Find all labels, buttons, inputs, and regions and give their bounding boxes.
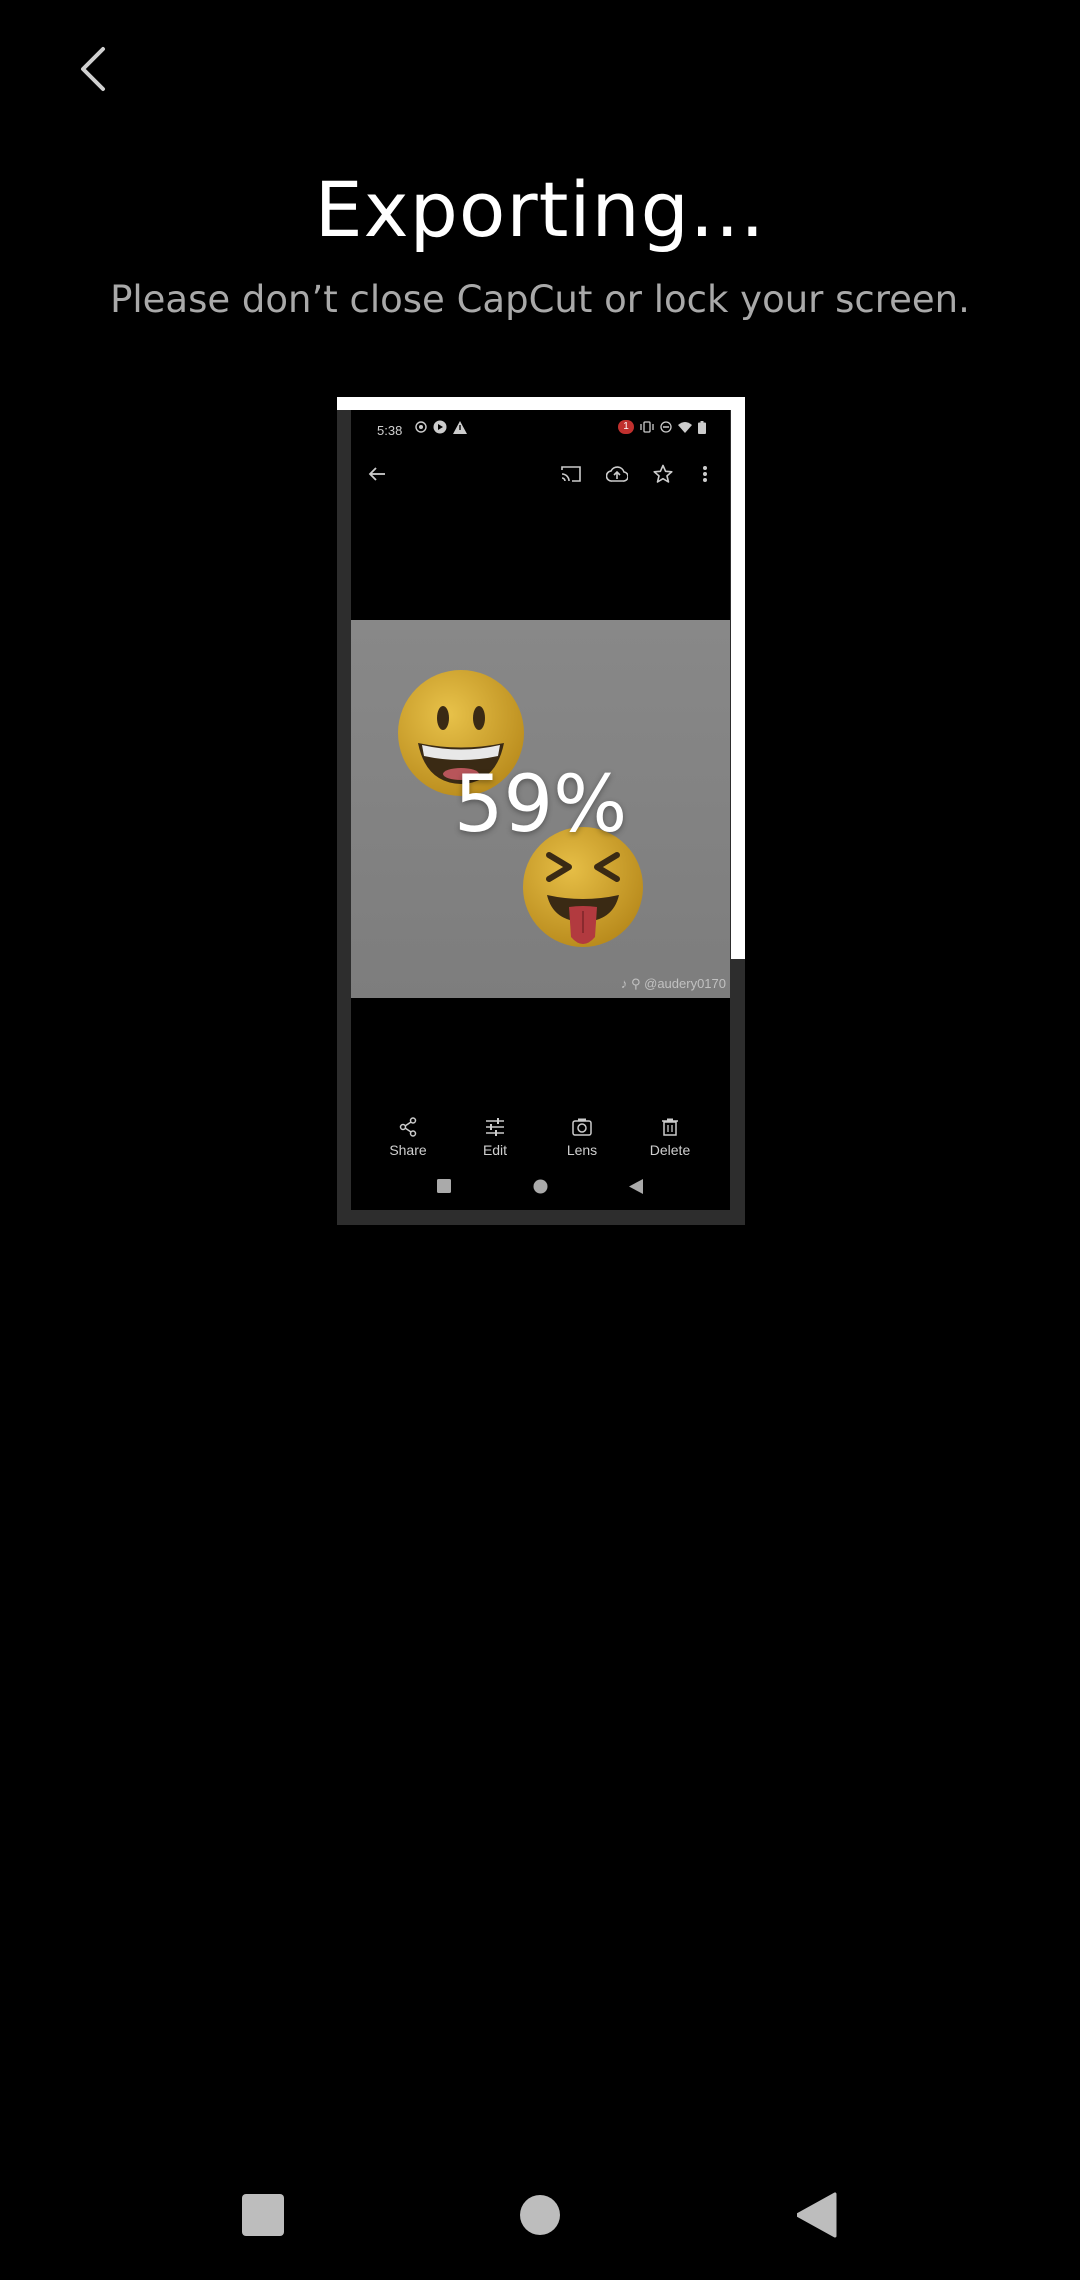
trash-icon (662, 1118, 678, 1136)
wifi-icon (678, 421, 692, 433)
battery-icon (698, 420, 706, 434)
status-time: 5:38 (377, 423, 403, 438)
export-preview: 5:38 1 59% ♪ ⚲ @audery0170 Share Edit Le… (337, 397, 745, 1225)
action-edit: Edit (460, 1115, 530, 1158)
circle-icon (533, 1179, 548, 1194)
nav-back-button[interactable] (792, 2190, 842, 2240)
notification-badge: 1 (618, 420, 634, 434)
square-icon (242, 2194, 284, 2236)
nav-home-button[interactable] (515, 2190, 565, 2240)
preview-status-bar: 5:38 1 (351, 410, 730, 450)
action-delete-label: Delete (649, 1142, 691, 1158)
share-icon (399, 1117, 417, 1137)
tiktok-watermark: ♪ ⚲ @audery0170 (621, 976, 726, 992)
preview-photo-toolbar (351, 454, 730, 494)
progress-segment-right (731, 397, 745, 959)
arrow-back-icon (365, 462, 389, 486)
action-edit-label: Edit (482, 1142, 508, 1158)
vibrate-icon (640, 421, 654, 433)
status-icons-right: 1 (618, 420, 706, 434)
system-nav-bar (0, 2170, 1080, 2260)
action-lens-label: Lens (566, 1142, 598, 1158)
action-delete: Delete (635, 1115, 705, 1158)
triangle-back-icon (797, 2192, 837, 2238)
progress-segment-top (337, 397, 745, 410)
page-title: Exporting... (314, 165, 766, 254)
lens-icon (572, 1118, 592, 1136)
back-button[interactable] (62, 34, 122, 104)
dnd-icon (660, 421, 672, 433)
warning-icon (453, 420, 467, 434)
preview-photo: 59% ♪ ⚲ @audery0170 (351, 620, 730, 998)
cast-icon (559, 462, 583, 486)
triangle-back-icon (629, 1179, 643, 1194)
tiktok-icon: ♪ ⚲ (620, 976, 641, 991)
preview-frame: 5:38 1 59% ♪ ⚲ @audery0170 Share Edit Le… (351, 410, 730, 1210)
action-share-label: Share (389, 1142, 427, 1158)
record-icon (415, 421, 427, 433)
circle-icon (520, 2195, 560, 2235)
more-vert-icon (693, 462, 717, 486)
cloud-upload-icon (605, 462, 629, 486)
nav-recents-button[interactable] (238, 2190, 288, 2240)
page-subtitle: Please don’t close CapCut or lock your s… (110, 278, 970, 321)
star-icon (651, 462, 675, 486)
export-screen: Exporting... Please don’t close CapCut o… (0, 0, 1080, 2280)
action-share: Share (373, 1115, 443, 1158)
action-lens: Lens (547, 1115, 617, 1158)
sliders-icon (486, 1118, 504, 1136)
chevron-left-icon (81, 47, 105, 91)
square-icon (437, 1179, 451, 1193)
watermark-text: @audery0170 (644, 976, 726, 991)
preview-nav-bar (351, 1175, 730, 1199)
export-progress-label: 59% (453, 760, 628, 850)
preview-actions: Share Edit Lens Delete (351, 1115, 730, 1165)
status-icons-left (415, 420, 467, 434)
play-icon (433, 420, 447, 434)
